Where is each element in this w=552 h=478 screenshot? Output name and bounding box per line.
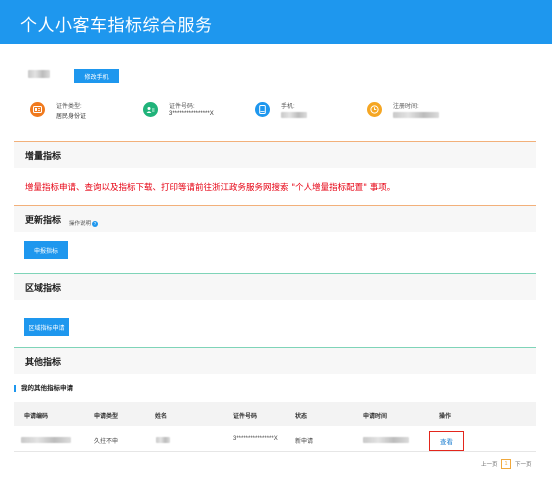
row-divider [14,451,536,452]
id-number-value: 3****************X [169,111,214,117]
col-action: 操作 [439,414,452,420]
user-name-redacted [28,70,50,78]
col-apply-type: 申请类型 [94,414,119,420]
section-increment: 增量指标 [14,142,536,168]
cell-id-number: 3****************X [233,436,278,442]
prev-page-link[interactable]: 上一页 [481,460,498,468]
col-id-number: 证件号码 [233,414,258,420]
other-applications-subtitle: 我的其他指标申请 [14,385,73,392]
declare-indicator-button[interactable]: 申报指标 [24,241,68,259]
increment-notice: 增量指标申请、查询以及指标下载、打印等请前往浙江政务服务网搜索 "个人增量指标配… [25,183,396,193]
col-name: 姓名 [155,414,168,420]
col-apply-time: 申请时间 [363,414,388,420]
person-card-icon [143,102,158,117]
help-icon: ? [92,220,99,227]
section-title-other: 其他指标 [25,358,62,368]
edit-phone-button[interactable]: 修改手机 [74,69,119,83]
phone-label: 手机: [281,104,295,110]
id-type-label: 证件类型: [56,104,82,110]
info-phone: 手机: [255,101,355,121]
id-number-label: 证件号码: [169,104,195,110]
section-title-regional: 区域指标 [25,284,62,294]
col-apply-code: 申请编码 [24,414,49,420]
operation-guide-label: 操作说明 [69,221,92,227]
col-status: 状态 [295,414,308,420]
register-time-value-redacted [393,112,439,118]
section-regional: 区域指标 [14,274,536,300]
next-page-link[interactable]: 下一页 [515,460,532,468]
current-page[interactable]: 1 [501,459,511,469]
page-title: 个人小客车指标综合服务 [20,16,213,36]
apply-time-redacted [363,437,409,443]
phone-icon [255,102,270,117]
info-id-type: 证件类型: 居民身份证 [30,101,140,121]
operation-guide-link[interactable]: 操作说明? [69,219,99,227]
regional-apply-button[interactable]: 区域指标申请 [24,318,69,336]
id-type-value: 居民身份证 [56,114,87,120]
apply-code-redacted [21,437,71,443]
info-register-time: 注册时间: [367,101,477,121]
view-button[interactable]: 查看 [429,431,464,451]
section-other: 其他指标 [14,348,536,374]
register-time-label: 注册时间: [393,104,419,110]
name-redacted [156,437,170,443]
app-header: 个人小客车指标综合服务 [0,0,552,44]
clock-icon [367,102,382,117]
id-card-icon [30,102,45,117]
phone-value-redacted [281,112,307,118]
section-title-increment: 增量指标 [25,152,62,162]
table-header: 申请编码 申请类型 姓名 证件号码 状态 申请时间 操作 [14,402,536,426]
cell-status: 新申请 [295,439,314,445]
cell-apply-type: 久拄不申 [94,439,119,445]
info-id-number: 证件号码: 3****************X [143,101,253,121]
section-title-update: 更新指标 [25,216,62,226]
